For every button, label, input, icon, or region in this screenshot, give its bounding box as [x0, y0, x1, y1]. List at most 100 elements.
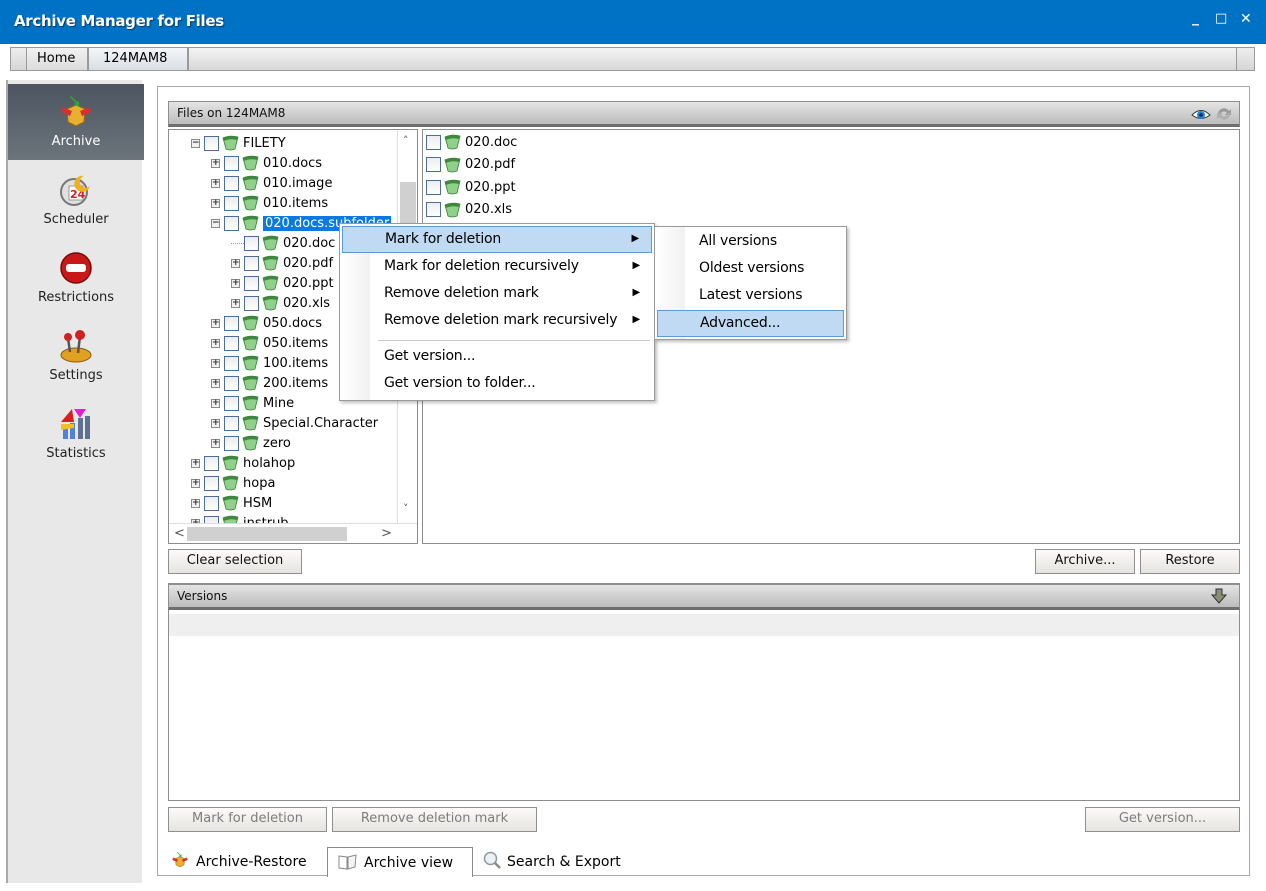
remove-deletion-mark-button[interactable]: Remove deletion mark [332, 807, 537, 832]
sidebar-item-restrictions[interactable]: Restrictions [8, 240, 144, 316]
expand-icon[interactable]: + [211, 438, 220, 448]
file-list-item[interactable]: 020.xls [426, 200, 512, 220]
menu-item-remove-deletion-mark[interactable]: Remove deletion mark ▶ [342, 281, 652, 308]
tree-item-checkbox[interactable] [224, 215, 239, 231]
tree-item-checkbox[interactable] [244, 275, 259, 291]
restore-button[interactable]: Restore [1140, 549, 1240, 574]
expand-icon[interactable]: + [211, 338, 220, 348]
tree-item-checkbox[interactable] [224, 155, 239, 171]
tree-item-checkbox[interactable] [204, 135, 219, 151]
close-button[interactable]: ✕ [1240, 11, 1252, 27]
tree-item-checkbox[interactable] [224, 435, 239, 451]
tree-item[interactable]: +010.items [211, 193, 328, 213]
file-list-item[interactable]: 020.ppt [426, 177, 516, 197]
tab-124mam8[interactable]: 124MAM8 [89, 48, 189, 70]
menu-item-mark-for-deletion[interactable]: Mark for deletion ▶ [342, 226, 652, 253]
tree-item-checkbox[interactable] [224, 415, 239, 431]
refresh-icon[interactable] [1215, 106, 1233, 122]
tree-item-checkbox[interactable] [224, 335, 239, 351]
menu-item-get-version[interactable]: Get version... [342, 344, 652, 371]
menu-item-get-version-to-folder[interactable]: Get version to folder... [342, 371, 652, 398]
tab-search-export[interactable]: Search & Export [473, 845, 643, 875]
expand-icon[interactable]: + [231, 298, 240, 308]
scroll-down-arrow-icon[interactable]: ˅ [403, 502, 409, 515]
menu-item-advanced[interactable]: Advanced... [657, 310, 844, 337]
tree-item[interactable]: +010.docs [211, 153, 322, 173]
sidebar-item-settings[interactable]: Settings [8, 318, 144, 394]
clear-selection-button[interactable]: Clear selection [168, 549, 302, 574]
tree-item[interactable]: + Special.Character [211, 413, 378, 433]
file-item-checkbox[interactable] [426, 202, 441, 217]
scroll-left-arrow-icon[interactable]: < [174, 526, 185, 541]
menu-item-all-versions[interactable]: All versions [657, 229, 844, 256]
collapse-down-arrow-icon[interactable] [1211, 588, 1227, 604]
tree-horizontal-scrollbar[interactable]: < > [169, 523, 417, 543]
tree-item-checkbox[interactable] [224, 355, 239, 371]
archive-button[interactable]: Archive... [1035, 549, 1135, 574]
tree-item-checkbox[interactable] [224, 175, 239, 191]
expand-icon[interactable]: + [211, 198, 220, 208]
file-list-item[interactable]: 020.doc [426, 132, 517, 152]
menu-item-latest-versions[interactable]: Latest versions [657, 283, 844, 310]
sidebar-item-archive[interactable]: Archive [8, 84, 144, 160]
tab-archive-view[interactable]: Archive view [327, 847, 473, 877]
tree-item-checkbox[interactable] [224, 315, 239, 331]
tree-item[interactable]: + Mine [211, 393, 294, 413]
tab-home[interactable]: Home [27, 48, 89, 70]
tree-item-checkbox[interactable] [204, 455, 219, 471]
tree-item[interactable]: + zero [211, 433, 291, 453]
sidebar-item-statistics[interactable]: Statistics [8, 396, 144, 472]
tree-item-checkbox[interactable] [224, 395, 239, 411]
maximize-button[interactable]: □ [1215, 11, 1227, 26]
tree-item[interactable]: +100.items [211, 353, 328, 373]
menu-item-mark-for-deletion-recursively[interactable]: Mark for deletion recursively ▶ [342, 254, 652, 281]
menu-item-oldest-versions[interactable]: Oldest versions [657, 256, 844, 283]
file-item-checkbox[interactable] [426, 134, 441, 150]
expand-icon[interactable]: + [211, 318, 220, 328]
view-eye-icon[interactable] [1191, 106, 1211, 122]
tree-item[interactable]: +020.pdf [231, 253, 333, 273]
expand-icon[interactable]: + [211, 358, 220, 368]
tree-item[interactable]: 020.doc [231, 233, 335, 253]
mark-for-deletion-button[interactable]: Mark for deletion [168, 807, 327, 832]
minimize-button[interactable]: _ [1192, 10, 1199, 26]
get-version-button[interactable]: Get version... [1085, 807, 1240, 832]
expand-icon[interactable]: + [211, 418, 220, 428]
tree-item[interactable]: + hopa [191, 473, 275, 493]
scroll-right-arrow-icon[interactable]: > [381, 526, 392, 541]
menu-item-remove-deletion-mark-recursively[interactable]: Remove deletion mark recursively ▶ [342, 308, 652, 335]
tree-item-checkbox[interactable] [244, 235, 259, 251]
scroll-up-arrow-icon[interactable]: ˄ [403, 134, 409, 147]
expand-icon[interactable]: + [231, 258, 240, 268]
tree-item[interactable]: +020.ppt [231, 273, 334, 293]
tree-item-checkbox[interactable] [224, 195, 239, 211]
expand-icon[interactable]: + [211, 378, 220, 388]
tree-item[interactable]: − FILETY [191, 133, 286, 153]
collapse-icon[interactable]: − [211, 218, 220, 228]
expand-icon[interactable]: + [211, 178, 220, 188]
tree-item[interactable]: + HSM [191, 493, 272, 513]
file-list-item[interactable]: 020.pdf [426, 155, 515, 175]
expand-icon[interactable]: + [191, 458, 200, 468]
tree-item-checkbox[interactable] [244, 295, 259, 311]
file-item-checkbox[interactable] [426, 179, 441, 195]
tree-item-checkbox[interactable] [224, 375, 239, 391]
tree-item[interactable]: +050.docs [211, 313, 322, 333]
tree-item-checkbox[interactable] [204, 495, 219, 511]
expand-icon[interactable]: + [211, 398, 220, 408]
expand-icon[interactable]: + [231, 278, 240, 288]
expand-icon[interactable]: + [191, 478, 200, 488]
expand-icon[interactable]: + [191, 498, 200, 508]
tree-item[interactable]: + holahop [191, 453, 295, 473]
tab-archive-restore[interactable]: Archive-Restore [160, 845, 327, 875]
tree-item[interactable]: +200.items [211, 373, 328, 393]
tree-item-checkbox[interactable] [204, 475, 219, 491]
sidebar-item-scheduler[interactable]: 24 Scheduler [8, 162, 144, 238]
tree-item-checkbox[interactable] [244, 255, 259, 271]
file-item-checkbox[interactable] [426, 157, 441, 172]
collapse-icon[interactable]: − [191, 138, 200, 148]
tree-item[interactable]: +050.items [211, 333, 328, 353]
tree-item[interactable]: +020.xls [231, 293, 330, 313]
tree-item[interactable]: +010.image [211, 173, 332, 193]
expand-icon[interactable]: + [211, 158, 220, 168]
